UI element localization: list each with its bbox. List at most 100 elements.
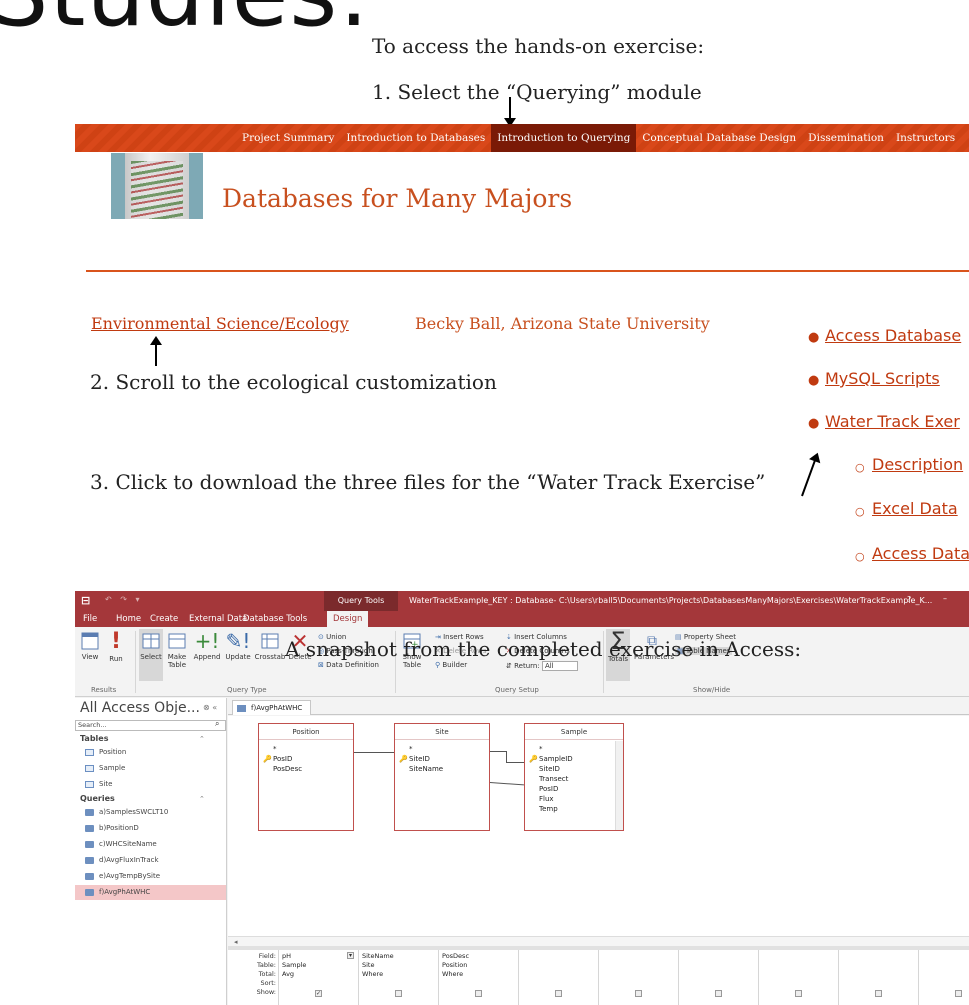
nav-project-summary[interactable]: Project Summary [236, 124, 340, 152]
return-value-dropdown[interactable]: All [541, 661, 578, 671]
grid-cell-table[interactable]: Site [362, 961, 374, 969]
nav-dissemination[interactable]: Dissemination [802, 124, 890, 152]
field-row[interactable]: SiteName [395, 764, 489, 774]
grid-column[interactable] [678, 950, 758, 1005]
field-row[interactable]: Flux [525, 794, 623, 804]
dropdown-arrow-icon[interactable]: ▾ [347, 952, 354, 959]
field-row[interactable]: SiteID [525, 764, 623, 774]
grid-cell-field[interactable]: PosDesc [442, 952, 469, 960]
minimize-button[interactable]: – [943, 594, 947, 603]
grid-column[interactable]: pH Sample Avg ▾ ✓ [278, 950, 358, 1005]
show-checkbox[interactable] [955, 990, 962, 997]
nav-query-f[interactable]: f)AvgPhAtWHC [75, 885, 226, 900]
field-row[interactable]: PosID [525, 784, 623, 794]
nav-table-sample[interactable]: Sample [75, 761, 226, 776]
ecology-customization-link[interactable]: Environmental Science/Ecology [91, 314, 349, 333]
field-row[interactable]: * [395, 744, 489, 754]
nav-intro-databases[interactable]: Introduction to Databases [340, 124, 491, 152]
tab-home[interactable]: Home [116, 614, 141, 624]
field-row[interactable]: 🔑 SampleID [525, 754, 623, 764]
nav-instructors[interactable]: Instructors [890, 124, 961, 152]
update-button[interactable]: ✎! Update [224, 631, 252, 661]
table-box-sample[interactable]: Sample * 🔑 SampleID SiteID Transect PosID… [524, 723, 624, 831]
table-box-title[interactable]: Site [395, 724, 489, 740]
show-checkbox[interactable] [475, 990, 482, 997]
show-checkbox[interactable] [635, 990, 642, 997]
table-box-position[interactable]: Position * 🔑 PosID PosDesc [258, 723, 354, 831]
nav-query-a[interactable]: a)SamplesSWCLT10 [75, 805, 226, 820]
chevron-up-icon[interactable]: ⌃ [199, 795, 205, 803]
nav-query-d[interactable]: d)AvgFluxInTrack [75, 853, 226, 868]
field-row[interactable]: 🔑 PosID [259, 754, 353, 764]
nav-query-b[interactable]: b)PositionD [75, 821, 226, 836]
grid-cell-total[interactable]: Avg [282, 970, 294, 978]
tab-create[interactable]: Create [150, 614, 178, 624]
chevron-up-icon[interactable]: ⌃ [199, 735, 205, 743]
grid-column[interactable]: PosDesc Position Where [438, 950, 518, 1005]
grid-column[interactable] [598, 950, 678, 1005]
quick-access-toolbar[interactable]: ↶ ↷ ▾ [105, 595, 143, 604]
table-box-scrollbar[interactable] [615, 741, 623, 830]
show-checkbox[interactable] [795, 990, 802, 997]
run-button[interactable]: ! Run [105, 631, 127, 664]
tab-external-data[interactable]: External Data [189, 614, 247, 624]
tab-file[interactable]: File [83, 614, 97, 624]
select-query-button[interactable]: Select [139, 631, 163, 661]
table-box-site[interactable]: Site * 🔑 SiteID SiteName [394, 723, 490, 831]
collapse-pane-icon[interactable]: ⊗ « [203, 703, 217, 712]
search-icon[interactable]: ⌕ [215, 719, 219, 729]
nav-search-input[interactable]: Search... [75, 720, 226, 731]
grid-cell-field[interactable]: SiteName [362, 952, 394, 960]
nav-query-e[interactable]: e)AvgTempBySite [75, 869, 226, 884]
nav-intro-querying[interactable]: Introduction to Querying [491, 124, 637, 152]
builder-button[interactable]: ⚲ Builder [435, 661, 467, 669]
table-box-title[interactable]: Position [259, 724, 353, 740]
grid-column[interactable] [758, 950, 838, 1005]
grid-column[interactable] [838, 950, 918, 1005]
download-water-track-exercise[interactable]: Water Track Exer [825, 412, 960, 431]
show-checkbox[interactable] [875, 990, 882, 997]
nav-section-tables[interactable]: Tables [80, 734, 108, 743]
tab-design[interactable]: Design [327, 611, 369, 627]
nav-conceptual-design[interactable]: Conceptual Database Design [636, 124, 802, 152]
data-definition-button[interactable]: ⊠ Data Definition [318, 661, 379, 669]
grid-column[interactable] [518, 950, 598, 1005]
download-mysql-scripts[interactable]: MySQL Scripts [825, 369, 940, 388]
download-access-database[interactable]: Access Database [825, 326, 961, 345]
download-excel-data[interactable]: Excel Data [872, 499, 958, 518]
help-button[interactable]: ? [907, 595, 911, 604]
grid-column[interactable] [918, 950, 969, 1005]
tab-database-tools[interactable]: Database Tools [243, 614, 307, 624]
nav-section-queries[interactable]: Queries [80, 794, 115, 803]
show-checkbox[interactable] [555, 990, 562, 997]
field-row[interactable]: * [259, 744, 353, 754]
grid-cell-total[interactable]: Where [362, 970, 383, 978]
download-description[interactable]: Description [872, 455, 963, 474]
view-button[interactable]: View [79, 631, 101, 661]
show-checkbox[interactable]: ✓ [315, 990, 322, 997]
crosstab-button[interactable]: Crosstab [254, 631, 286, 661]
grid-cell-table[interactable]: Sample [282, 961, 306, 969]
field-row[interactable]: PosDesc [259, 764, 353, 774]
download-access-data[interactable]: Access Datal [872, 544, 969, 563]
show-checkbox[interactable] [715, 990, 722, 997]
return-selector[interactable]: ⇵ Return: All [506, 661, 578, 671]
nav-pane-header[interactable]: All Access Obje... [80, 700, 200, 716]
field-row[interactable]: Temp [525, 804, 623, 814]
grid-cell-table[interactable]: Position [442, 961, 467, 969]
grid-column[interactable]: SiteName Site Where [358, 950, 438, 1005]
grid-cell-total[interactable]: Where [442, 970, 463, 978]
doc-tab-query[interactable]: f)AvgPhAtWHC [232, 700, 312, 715]
nav-table-site[interactable]: Site [75, 777, 226, 792]
table-box-title[interactable]: Sample [525, 724, 623, 740]
field-row[interactable]: Transect [525, 774, 623, 784]
nav-table-position[interactable]: Position [75, 745, 226, 760]
append-button[interactable]: +! Append [192, 631, 222, 661]
design-horizontal-scrollbar[interactable]: ◂ [228, 936, 969, 946]
make-table-button[interactable]: Make Table [165, 631, 189, 669]
nav-query-c[interactable]: c)WHCSiteName [75, 837, 226, 852]
show-checkbox[interactable] [395, 990, 402, 997]
field-row[interactable]: 🔑 SiteID [395, 754, 489, 764]
field-row[interactable]: * [525, 744, 623, 754]
grid-cell-field[interactable]: pH [282, 952, 291, 960]
